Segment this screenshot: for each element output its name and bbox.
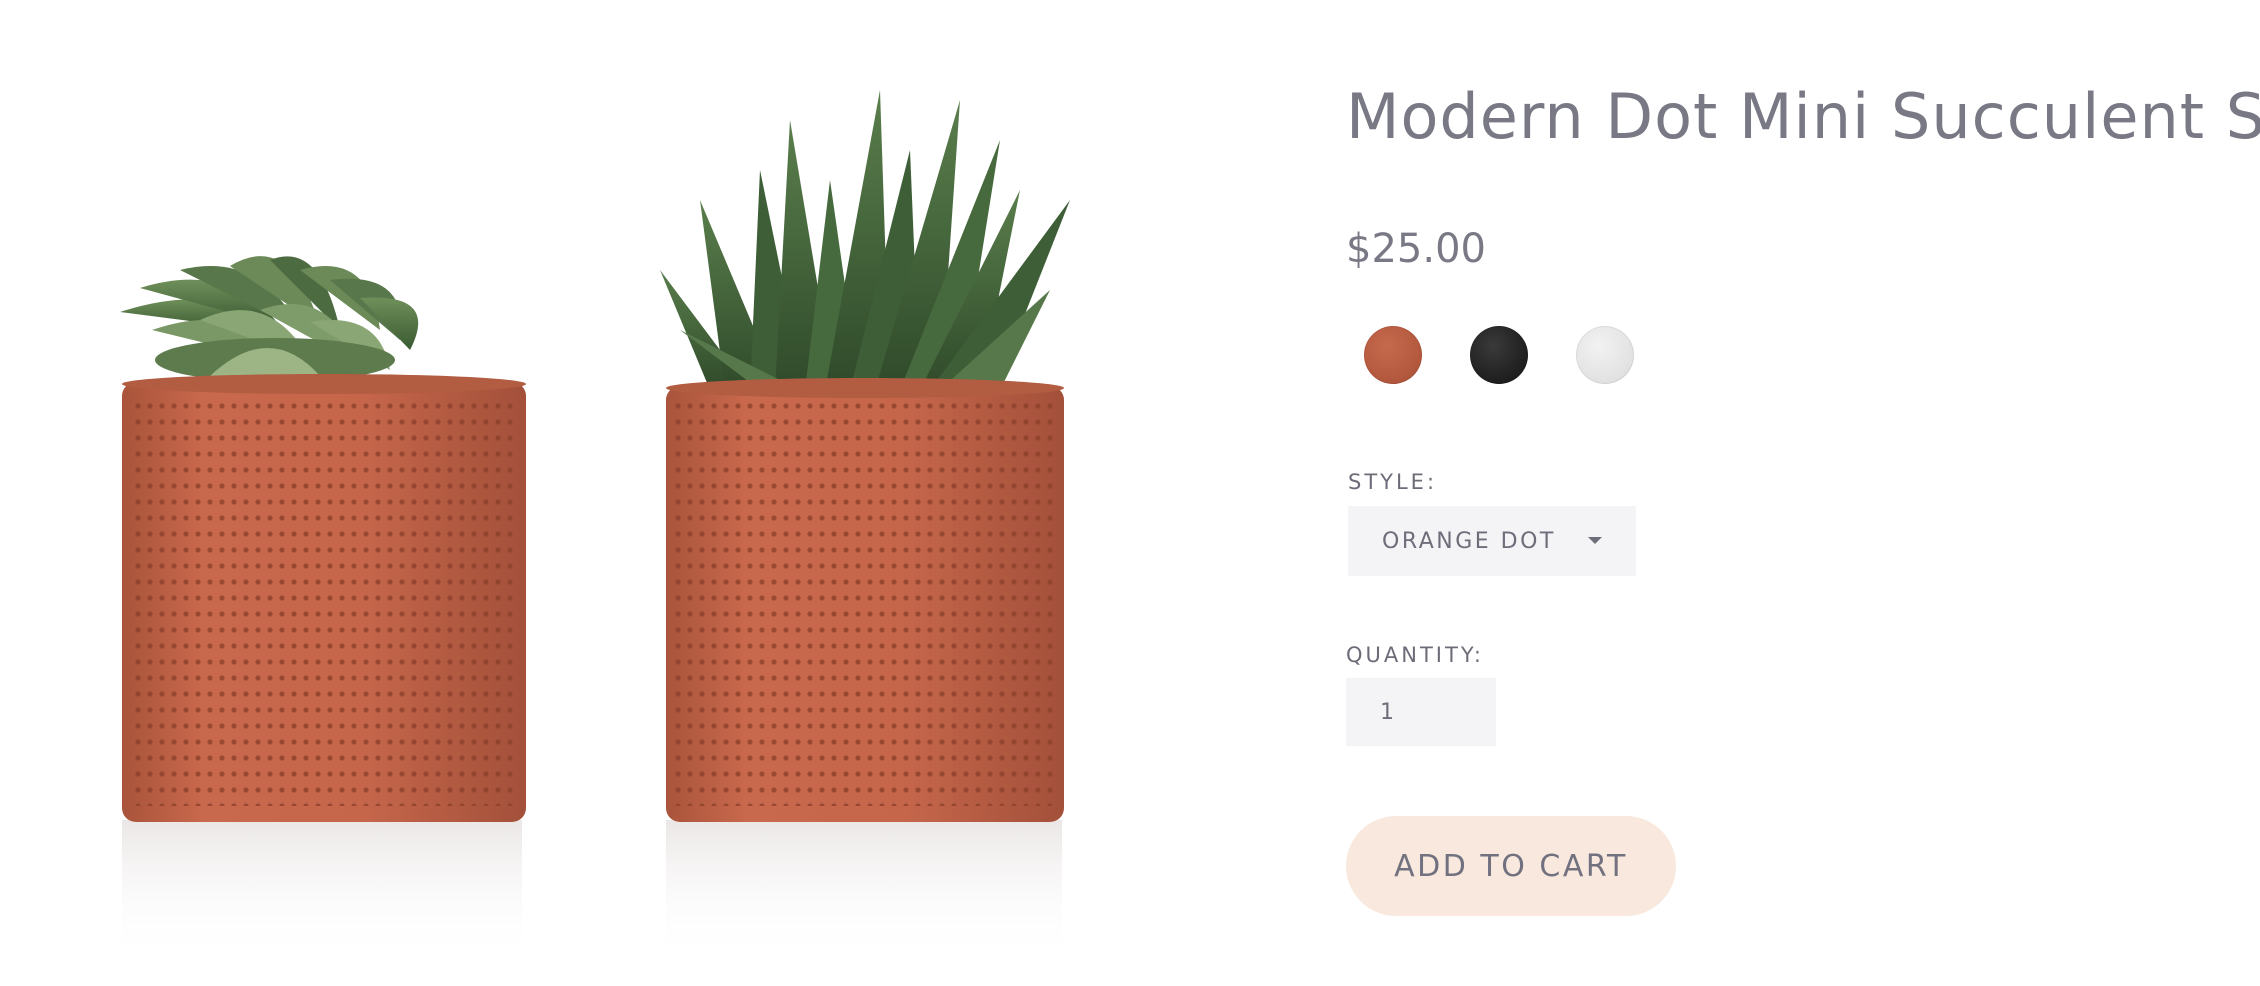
product-page: Modern Dot Mini Succulent Set $25.00 STY…	[0, 0, 2260, 986]
quantity-label: QUANTITY:	[1346, 643, 1484, 667]
style-label: STYLE:	[1348, 470, 1438, 494]
chevron-down-icon	[1588, 537, 1602, 544]
product-price: $25.00	[1346, 226, 1486, 272]
right-pot	[666, 378, 1064, 822]
swatch-white-dot[interactable]	[1576, 326, 1634, 384]
echeveria-plant	[120, 256, 419, 382]
swatch-black-dot[interactable]	[1470, 326, 1528, 384]
add-to-cart-button[interactable]: ADD TO CART	[1346, 816, 1676, 916]
product-image	[60, 30, 1190, 960]
style-select[interactable]: ORANGE DOT	[1348, 506, 1636, 576]
style-select-value: ORANGE DOT	[1382, 528, 1556, 554]
aloe-plant	[660, 90, 1070, 390]
succulent-pots-illustration	[120, 90, 1070, 960]
swatch-orange-dot[interactable]	[1364, 326, 1422, 384]
color-swatches	[1364, 326, 1634, 384]
product-title: Modern Dot Mini Succulent Set	[1346, 80, 2260, 153]
quantity-input[interactable]	[1346, 678, 1496, 746]
left-pot	[122, 374, 526, 822]
